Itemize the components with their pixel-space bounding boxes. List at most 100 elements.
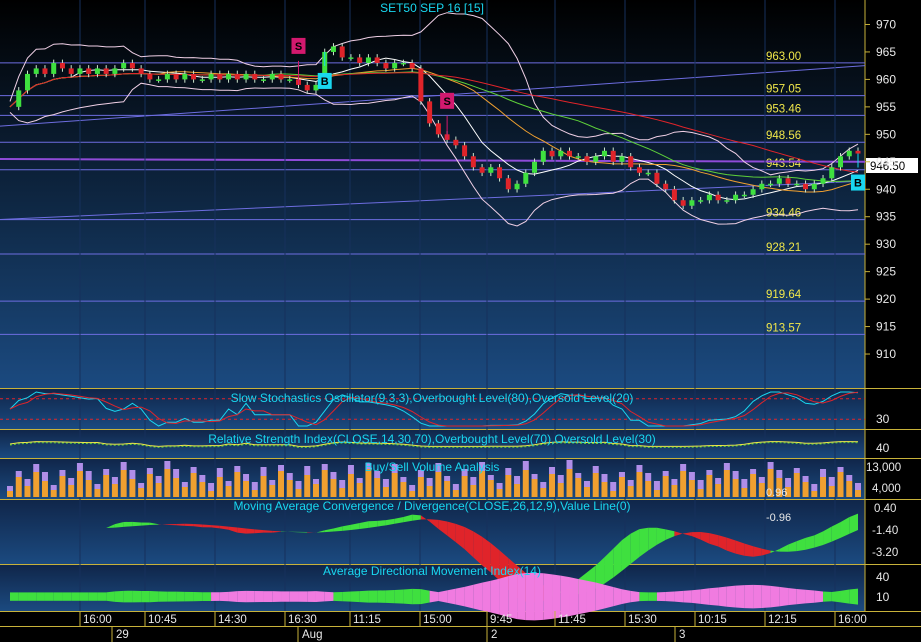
adx-area-segment: [246, 590, 255, 603]
volume-bar: [111, 484, 118, 497]
adx-area-segment: [788, 588, 797, 606]
volume-bar: [50, 490, 57, 497]
macd-histogram-segment: [237, 527, 247, 534]
adx-area-segment: [88, 592, 98, 601]
volume-bar-top: [811, 484, 818, 491]
adx-area-segment: [359, 590, 369, 603]
signal-label: S: [443, 96, 450, 108]
volume-bar-top: [129, 470, 136, 479]
date-axis-label: 2: [491, 629, 497, 641]
candle-up: [156, 79, 162, 81]
candle-up: [540, 150, 546, 162]
volume-bar-top: [575, 473, 582, 478]
candle-down: [427, 101, 433, 124]
adx-area-segment: [368, 590, 378, 603]
candle-up: [330, 46, 336, 52]
volume-bar: [636, 472, 643, 497]
adx-area-segment: [429, 590, 439, 603]
volume-bar: [758, 483, 765, 497]
candle-down: [383, 62, 389, 69]
volume-bar: [129, 479, 136, 497]
volume-bar: [286, 480, 293, 497]
candle-up: [733, 194, 739, 201]
volume-bar-top: [50, 485, 57, 490]
adx-area-segment: [298, 591, 308, 602]
adx-area-segment: [447, 588, 456, 605]
adx-area-segment: [543, 573, 553, 620]
volume-axis-label-high: 13,000: [866, 462, 901, 474]
volume-bar-top: [111, 477, 118, 484]
price-axis-label: 970: [876, 17, 896, 31]
volume-bar: [723, 470, 730, 497]
adx-area-segment: [779, 586, 789, 607]
time-axis-label: 9:45: [490, 614, 512, 626]
signal-label: B: [854, 178, 862, 190]
chart-canvas[interactable]: 963.00957.05953.46948.56943.54934.46928.…: [0, 0, 921, 642]
macd-histogram-segment: [368, 520, 378, 528]
volume-bar-top: [522, 461, 529, 470]
volume-bar: [199, 482, 206, 497]
time-axis-label: 14:30: [218, 614, 247, 626]
volume-bar: [251, 490, 258, 497]
volume-bar: [295, 489, 302, 497]
volume-bar-top: [426, 478, 433, 486]
volume-bar: [697, 489, 704, 497]
adx-area-segment: [700, 588, 710, 605]
volume-bar-top: [505, 468, 512, 475]
volume-bar: [173, 478, 180, 497]
time-axis-label: 12:15: [768, 614, 797, 626]
candle-down: [435, 123, 441, 135]
price-level-label: 913.57: [766, 322, 801, 334]
date-axis-label: Aug: [302, 629, 322, 641]
volume-bar: [715, 484, 722, 497]
adx-area-segment: [237, 590, 247, 603]
volume-bar: [706, 475, 713, 497]
volume-bar-top: [444, 476, 451, 481]
time-axis-label: 10:45: [148, 614, 177, 626]
candle-up: [199, 79, 205, 81]
volume-bar: [820, 477, 827, 497]
price-axis-label: 910: [876, 347, 896, 361]
candle-up: [77, 68, 83, 74]
volume-bar: [566, 469, 573, 497]
candle-down: [663, 183, 669, 190]
adx-area-segment: [525, 572, 535, 621]
date-axis-label: 29: [116, 629, 129, 641]
volume-bar-top: [636, 465, 643, 472]
price-axis-label: 960: [876, 72, 896, 86]
candle-up: [706, 194, 712, 201]
candle-up: [348, 57, 354, 59]
rsi-axis-label: 40: [876, 441, 890, 455]
volume-bar-top: [286, 473, 293, 480]
price-axis-label: 930: [876, 237, 896, 251]
macd-axis-label-1: 0.40: [874, 503, 896, 515]
candle-down: [680, 200, 686, 206]
volume-bar: [837, 472, 844, 497]
volume-bar: [688, 480, 695, 497]
volume-bar: [103, 475, 110, 497]
adx-area-segment: [569, 577, 579, 617]
volume-bar-top: [85, 471, 92, 480]
adx-area-segment: [307, 591, 316, 603]
price-level-label: 919.64: [766, 289, 802, 301]
volume-bar-top: [549, 467, 556, 474]
price-axis-label: 955: [876, 100, 896, 114]
volume-bar-top: [592, 466, 599, 473]
candle-up: [645, 172, 651, 175]
volume-bar-top: [470, 477, 477, 485]
adx-area-segment: [718, 586, 727, 607]
volume-bar: [601, 482, 608, 497]
volume-bar: [24, 486, 31, 497]
volume-bar: [321, 470, 328, 497]
volume-bar-top: [260, 467, 267, 476]
volume-bar: [426, 486, 433, 497]
candle-down: [567, 150, 573, 157]
volume-bar: [671, 485, 678, 497]
candle-up: [750, 189, 756, 195]
volume-bar-top: [41, 472, 48, 481]
candle-up: [768, 183, 774, 186]
volume-bar-top: [680, 464, 687, 471]
volume-bar-top: [653, 481, 660, 490]
volume-bar-top: [243, 474, 250, 481]
volume-bar: [487, 480, 494, 497]
